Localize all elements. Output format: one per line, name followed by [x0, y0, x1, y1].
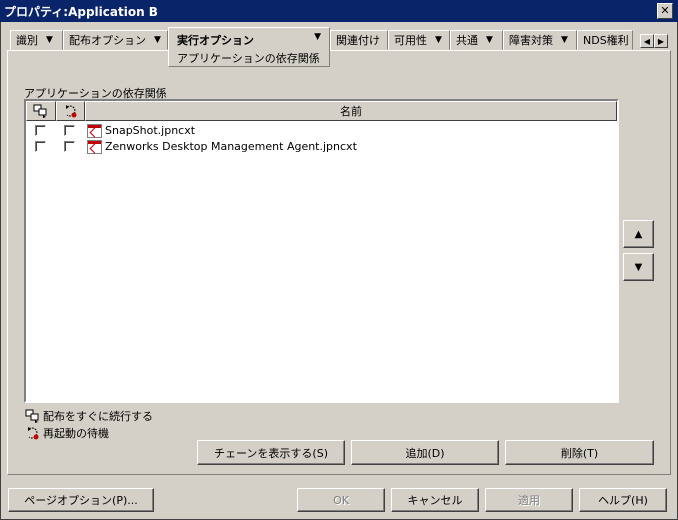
tab-label: 識別 — [16, 34, 38, 47]
page-options-button[interactable]: ページオプション(P)... — [8, 488, 154, 512]
tab-availability[interactable]: 可用性 ▼ — [388, 30, 450, 50]
list-item[interactable]: Zenworks Desktop Management Agent.jpncxt — [26, 139, 617, 155]
chevron-down-icon: ▼ — [314, 32, 321, 42]
delete-button[interactable]: 削除(T) — [505, 440, 654, 465]
legend-continue-label: 配布をすぐに続行する — [43, 410, 153, 423]
title-bar[interactable]: プロパティ:Application B ✕ — [0, 0, 678, 22]
tab-scroll-left-button[interactable]: ◀ — [640, 34, 654, 48]
list-header: 名前 — [26, 101, 617, 121]
tab-identification[interactable]: 識別 ▼ — [10, 30, 63, 50]
item-name: SnapShot.jpncxt — [105, 124, 196, 137]
continue-icon — [25, 409, 39, 423]
chevron-down-icon: ▼ — [154, 35, 161, 45]
tab-scroll-right-button[interactable]: ▶ — [654, 34, 668, 48]
tab-subpage-label: アプリケーションの依存関係 — [177, 52, 320, 65]
legend-reboot: 再起動の待機 — [25, 425, 109, 441]
tab-label: 関連付け — [336, 34, 380, 47]
tab-distribution-options[interactable]: 配布オプション ▼ — [63, 30, 168, 50]
tab-common[interactable]: 共通 ▼ — [450, 30, 503, 50]
continue-icon — [33, 104, 47, 118]
tab-associations[interactable]: 関連付け — [330, 30, 388, 50]
tab-label: NDS権利 — [583, 34, 629, 47]
item-name: Zenworks Desktop Management Agent.jpncxt — [105, 140, 357, 153]
column-header-reboot[interactable] — [56, 101, 85, 121]
application-icon — [87, 124, 102, 138]
close-button[interactable]: ✕ — [657, 3, 673, 19]
tab-label: 実行オプション — [177, 34, 254, 47]
move-down-button[interactable]: ▼ — [623, 253, 654, 281]
legend-continue: 配布をすぐに続行する — [25, 408, 153, 424]
add-button[interactable]: 追加(D) — [351, 440, 499, 465]
tab-nds-rights[interactable]: NDS権利 — [577, 30, 633, 50]
column-header-name[interactable]: 名前 — [85, 101, 617, 121]
continue-checkbox[interactable] — [35, 125, 46, 136]
tab-label: 共通 — [456, 34, 478, 47]
ok-button[interactable]: OK — [297, 488, 385, 512]
help-button[interactable]: ヘルプ(H) — [579, 488, 667, 512]
tab-label: 可用性 — [394, 34, 427, 47]
tab-run-options[interactable]: 実行オプション ▼ アプリケーションの依存関係 — [168, 27, 330, 67]
move-up-button[interactable]: ▲ — [623, 220, 654, 248]
chevron-down-icon: ▼ — [435, 35, 442, 45]
dependency-list[interactable]: 名前 SnapShot.jpncxt Zenworks Desktop Mana… — [24, 99, 619, 403]
apply-button[interactable]: 適用 — [485, 488, 573, 512]
application-icon — [87, 140, 102, 154]
cancel-button[interactable]: キャンセル — [391, 488, 479, 512]
reboot-wait-icon — [65, 105, 76, 118]
chevron-down-icon: ▼ — [561, 35, 568, 45]
reboot-checkbox[interactable] — [64, 141, 75, 152]
legend-reboot-label: 再起動の待機 — [43, 427, 109, 440]
chevron-down-icon: ▼ — [486, 35, 493, 45]
tab-fault-tolerance[interactable]: 障害対策 ▼ — [503, 30, 577, 50]
tab-label: 障害対策 — [509, 34, 553, 47]
list-item[interactable]: SnapShot.jpncxt — [26, 123, 617, 139]
chevron-down-icon: ▼ — [46, 35, 53, 45]
show-chain-button[interactable]: チェーンを表示する(S) — [197, 440, 345, 465]
continue-checkbox[interactable] — [35, 141, 46, 152]
column-header-continue[interactable] — [26, 101, 56, 121]
reboot-wait-icon — [28, 427, 39, 440]
window-title: プロパティ:Application B — [4, 5, 158, 19]
reboot-checkbox[interactable] — [64, 125, 75, 136]
tab-label: 配布オプション — [69, 34, 146, 47]
